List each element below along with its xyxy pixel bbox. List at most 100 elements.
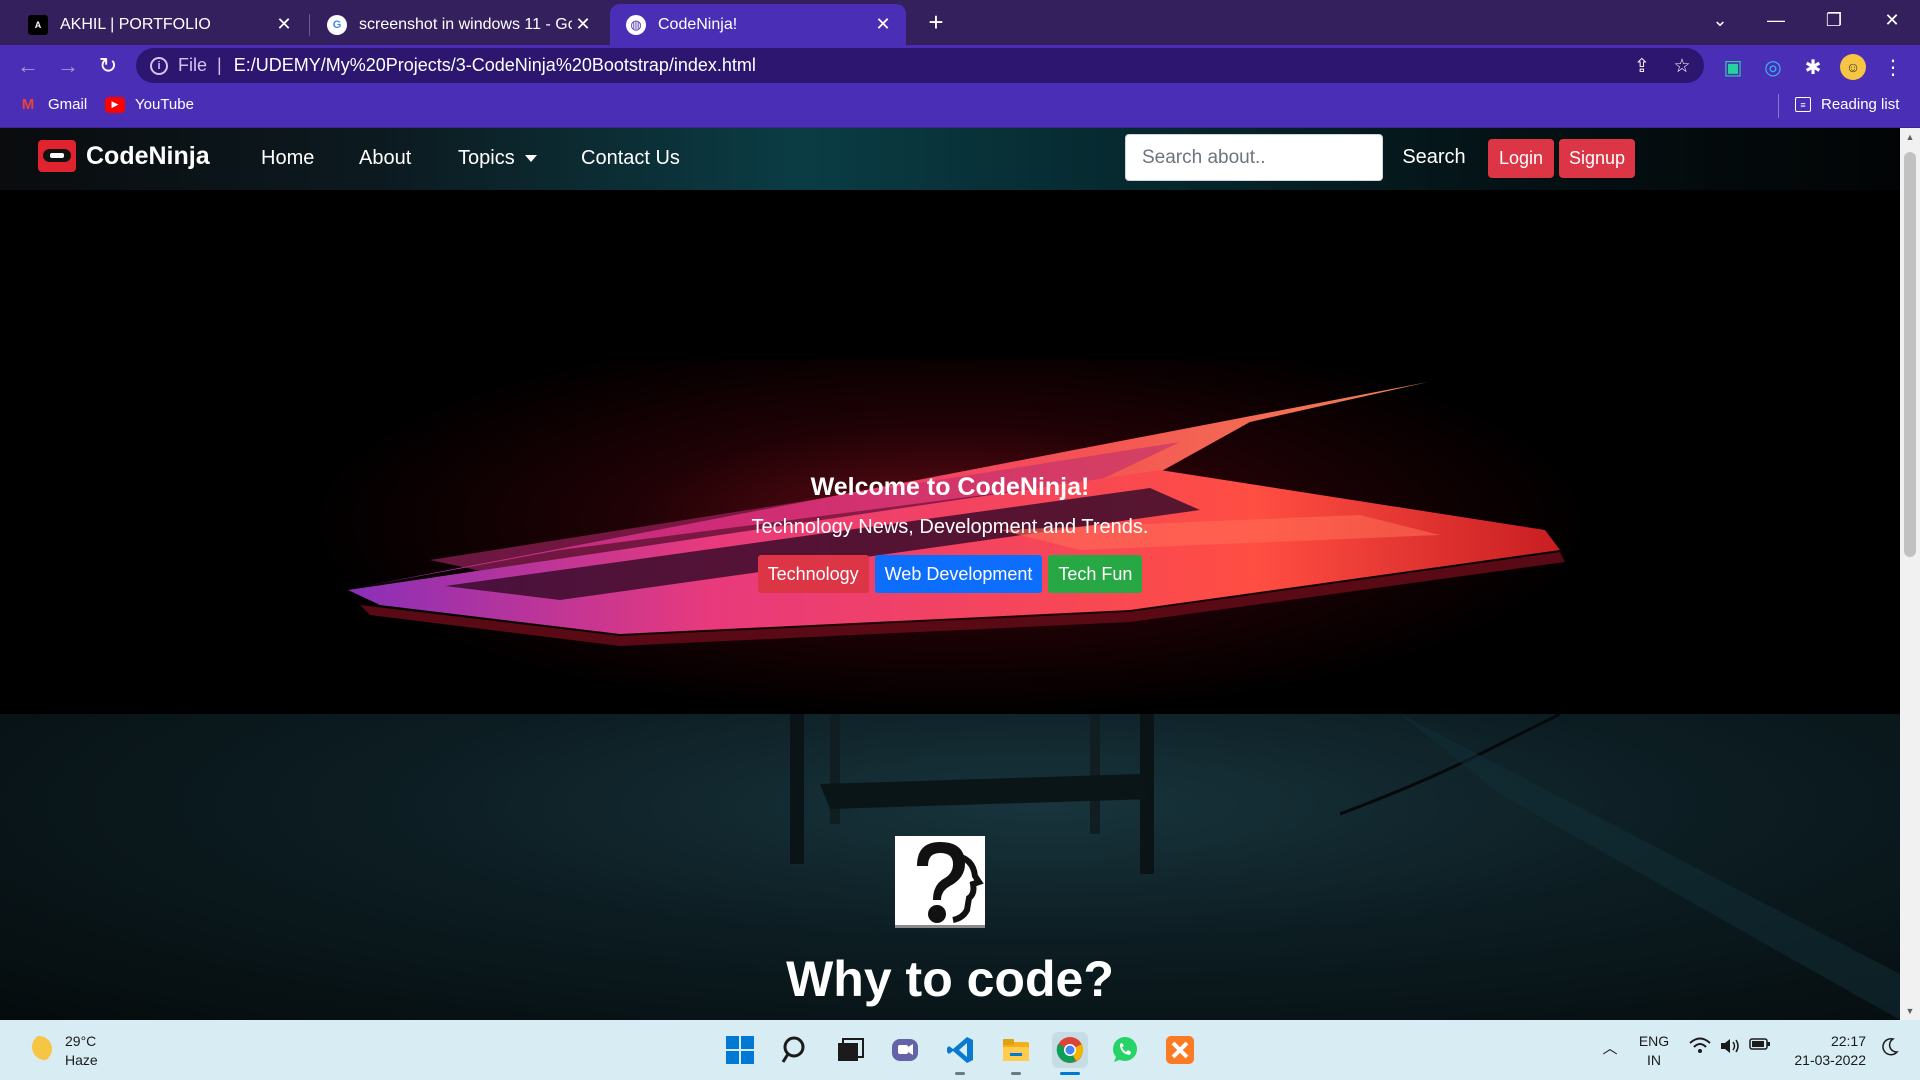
lang-line2: IN <box>1647 1052 1661 1068</box>
restore-icon[interactable]: ❐ <box>1806 0 1862 40</box>
portfolio-favicon: A <box>28 14 48 35</box>
close-icon[interactable]: ✕ <box>273 14 295 36</box>
search-input[interactable] <box>1125 134 1383 181</box>
scroll-up-icon[interactable]: ▲ <box>1900 128 1920 146</box>
question-head-image <box>895 836 985 928</box>
tab-google-search[interactable]: G screenshot in windows 11 - Goog ✕ <box>311 4 606 45</box>
tab-label: CodeNinja! <box>658 15 738 33</box>
edge-extension-icon[interactable]: ◎ <box>1760 54 1786 80</box>
share-icon[interactable]: ⇪ <box>1630 54 1654 78</box>
tab-separator <box>309 14 310 36</box>
teams-chat-icon[interactable] <box>887 1032 923 1068</box>
reading-list-icon: ≡ <box>1795 97 1811 112</box>
url-text[interactable]: E:/UDEMY/My%20Projects/3-CodeNinja%20Boo… <box>234 55 756 76</box>
reading-list-label: Reading list <box>1821 96 1900 113</box>
brand[interactable]: CodeNinja <box>38 140 210 172</box>
signup-button[interactable]: Signup <box>1559 139 1635 178</box>
info-icon[interactable]: i <box>150 56 168 75</box>
technology-button[interactable]: Technology <box>757 555 869 593</box>
login-button[interactable]: Login <box>1488 139 1554 178</box>
menu-kebab-icon[interactable]: ⋮ <box>1880 54 1906 80</box>
hero-carousel: Welcome to CodeNinja! Technology News, D… <box>0 190 1900 714</box>
hero-subtitle: Technology News, Development and Trends. <box>751 516 1149 538</box>
window-close-icon[interactable]: ✕ <box>1864 0 1920 40</box>
whatsapp-icon[interactable] <box>1107 1032 1143 1068</box>
running-indicator <box>1011 1072 1021 1075</box>
bookmark-label: YouTube <box>135 96 194 113</box>
profile-avatar[interactable]: ☺ <box>1840 54 1866 80</box>
tab-portfolio[interactable]: A AKHIL | PORTFOLIO ✕ <box>12 4 307 45</box>
bookmark-label: Gmail <box>48 96 88 113</box>
nav-topics-label: Topics <box>458 147 515 169</box>
running-indicator <box>955 1072 965 1075</box>
url-scheme: File <box>178 55 208 75</box>
nav-topics-dropdown[interactable]: Topics <box>458 147 537 170</box>
moon-haze-icon <box>26 1036 52 1062</box>
clock[interactable]: 22:17 21-03-2022 <box>1780 1032 1866 1070</box>
url-divider: | <box>217 55 222 75</box>
nav-about-link[interactable]: About <box>359 147 411 170</box>
site-navbar: CodeNinja Home About Topics Contact Us S… <box>0 128 1900 190</box>
vscode-icon[interactable] <box>942 1032 978 1068</box>
address-bar-row: ← → ↻ i File | E:/UDEMY/My%20Projects/3-… <box>0 45 1920 86</box>
bookmark-star-icon[interactable]: ☆ <box>1670 54 1694 78</box>
minimize-icon[interactable]: — <box>1748 0 1804 40</box>
battery-icon[interactable] <box>1748 1037 1772 1051</box>
omnibox[interactable]: i File | E:/UDEMY/My%20Projects/3-CodeNi… <box>136 48 1704 83</box>
youtube-icon: ▶ <box>105 96 125 113</box>
windows-start-icon[interactable] <box>722 1032 758 1068</box>
puzzle-extensions-icon[interactable]: ✱ <box>1800 54 1826 80</box>
chrome-icon[interactable] <box>1052 1032 1088 1068</box>
brand-name: CodeNinja <box>86 141 210 170</box>
question-mark-icon <box>917 842 984 923</box>
web-development-button[interactable]: Web Development <box>874 555 1043 593</box>
reload-icon[interactable]: ↻ <box>92 50 124 82</box>
reading-list-button[interactable]: ≡ Reading list <box>1795 96 1899 113</box>
google-favicon: G <box>327 14 347 35</box>
language-indicator[interactable]: ENG IN <box>1636 1032 1672 1070</box>
tab-codeninja[interactable]: ◍ CodeNinja! ✕ <box>610 4 906 45</box>
why-code-section: Why to code? <box>0 714 1900 1020</box>
notifications-icon[interactable] <box>1878 1037 1902 1057</box>
nav-contact-link[interactable]: Contact Us <box>581 147 680 170</box>
task-view-icon[interactable] <box>832 1032 868 1068</box>
scroll-down-icon[interactable]: ▼ <box>1900 1002 1920 1020</box>
laptop-image <box>348 382 1565 646</box>
weather-temp: 29°C <box>65 1033 97 1049</box>
hero-title: Welcome to CodeNinja! <box>810 473 1090 501</box>
lang-line1: ENG <box>1638 1033 1670 1049</box>
volume-icon[interactable] <box>1718 1037 1742 1055</box>
extension-icon[interactable]: ▣ <box>1720 54 1746 80</box>
clock-time: 22:17 <box>1830 1033 1866 1049</box>
nav-home-link[interactable]: Home <box>261 147 314 170</box>
forward-arrow-icon[interactable]: → <box>52 50 84 82</box>
close-icon[interactable]: ✕ <box>872 14 894 36</box>
caret-down-icon <box>524 155 537 163</box>
bookmark-gmail[interactable]: M Gmail <box>18 96 87 113</box>
close-icon[interactable]: ✕ <box>572 14 594 36</box>
show-hidden-icons-chevron[interactable]: ︿ <box>1600 1037 1620 1058</box>
bookmark-separator <box>1778 94 1779 118</box>
tab-search-chevron-icon[interactable]: ⌄ <box>1692 0 1748 40</box>
section-heading: Why to code? <box>786 951 1114 1007</box>
active-indicator <box>1060 1072 1080 1075</box>
page-viewport: CodeNinja Home About Topics Contact Us S… <box>0 128 1900 1020</box>
weather-widget[interactable]: 29°C Haze <box>65 1032 98 1070</box>
ninja-logo-icon <box>38 140 76 172</box>
xampp-icon[interactable] <box>1162 1032 1198 1068</box>
tech-fun-button[interactable]: Tech Fun <box>1048 555 1143 593</box>
bookmarks-bar: M Gmail ▶ YouTube ≡ Reading list <box>0 86 1920 128</box>
scrollbar-thumb[interactable] <box>1904 152 1916 557</box>
windows-taskbar: 29°C Haze ︿ ENG IN 22:17 21-03-2022 <box>0 1020 1920 1080</box>
gmail-icon: M <box>21 96 35 113</box>
globe-icon: ◍ <box>626 14 646 35</box>
bookmark-youtube[interactable]: ▶ YouTube <box>105 96 194 113</box>
page-scrollbar[interactable]: ▲ ▼ <box>1900 128 1920 1020</box>
new-tab-icon[interactable]: + <box>920 6 952 38</box>
file-explorer-icon[interactable] <box>998 1032 1034 1068</box>
search-button[interactable]: Search <box>1394 135 1474 180</box>
search-icon[interactable] <box>778 1032 814 1068</box>
wifi-icon[interactable] <box>1688 1037 1712 1055</box>
back-arrow-icon[interactable]: ← <box>12 50 44 82</box>
clock-date: 21-03-2022 <box>1794 1052 1866 1068</box>
